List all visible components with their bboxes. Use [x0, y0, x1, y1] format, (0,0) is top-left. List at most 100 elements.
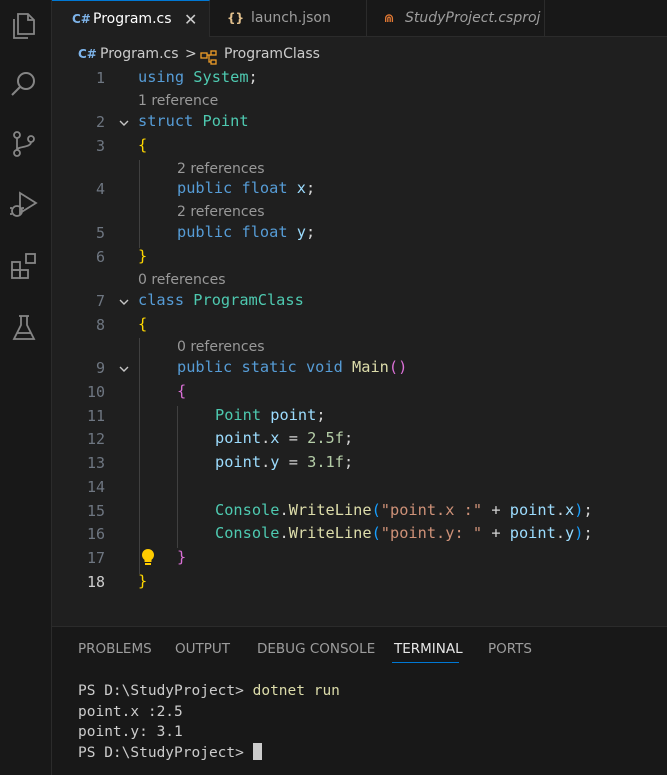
line-number: 8 [96, 316, 106, 334]
breadcrumb: C# Program.cs > ProgramClass [52, 37, 667, 67]
code-line-6: } [138, 247, 147, 265]
token: float [241, 223, 288, 241]
run-debug-icon[interactable] [8, 188, 40, 220]
tab-problems[interactable]: PROBLEMS [78, 641, 152, 657]
line-number: 12 [87, 430, 106, 448]
token: . [279, 501, 289, 519]
code-line-13: point.y = 3.1f; [215, 453, 353, 471]
code-lens-references[interactable]: 2 references [177, 161, 265, 177]
token: . [279, 524, 289, 542]
token: ; [305, 223, 316, 241]
code-lens-references[interactable]: 2 references [177, 204, 265, 220]
code-line-8: { [138, 315, 147, 333]
terminal-output-line[interactable]: point.y: 3.1 [78, 724, 183, 740]
token: . [261, 429, 271, 447]
rss-file-icon: ⋒ [384, 11, 395, 25]
token: class [138, 291, 185, 309]
terminal-line[interactable]: PS D:\StudyProject> [78, 743, 262, 761]
token: ; [248, 68, 258, 86]
token: using [138, 68, 185, 86]
token: x [296, 179, 306, 197]
line-number: 14 [87, 478, 106, 496]
line-number: 9 [96, 359, 106, 377]
code-lens-references[interactable]: 0 references [138, 272, 226, 288]
search-icon[interactable] [8, 68, 40, 100]
indent-guide [177, 406, 178, 548]
terminal-prompt: PS D:\StudyProject> [78, 745, 253, 761]
token: WriteLine [288, 524, 372, 542]
tab-label: StudyProject.csproj [405, 10, 541, 26]
token: { [138, 136, 148, 154]
line-number: 16 [87, 525, 106, 543]
token: static [241, 358, 297, 376]
line-number: 4 [96, 180, 106, 198]
tab-studyproject-csproj[interactable]: ⋒ StudyProject.csproj [367, 0, 545, 37]
token: point [215, 429, 262, 447]
code-lens-references[interactable]: 0 references [177, 339, 265, 355]
token: public [177, 358, 233, 376]
tab-label: launch.json [251, 10, 331, 26]
token: . [261, 453, 271, 471]
token: x [270, 429, 280, 447]
token: y [296, 223, 306, 241]
token: 2.5f [307, 429, 344, 447]
token: struct [138, 112, 194, 130]
code-line-7: class ProgramClass [138, 291, 304, 309]
explorer-icon[interactable] [8, 10, 40, 42]
token: } [177, 548, 187, 566]
token: ; [343, 429, 354, 447]
line-number: 18 [87, 573, 106, 591]
token: "point.x :" [380, 501, 483, 519]
token: point [270, 406, 317, 424]
line-number: 13 [87, 454, 106, 472]
lightbulb-icon[interactable] [140, 548, 156, 566]
tab-label: Program.cs [93, 11, 172, 27]
code-line-10: { [177, 382, 186, 400]
code-line-2: struct Point [138, 112, 249, 130]
token: public [177, 179, 233, 197]
activity-bar [0, 0, 52, 775]
token: . [555, 524, 566, 542]
token: float [241, 179, 288, 197]
line-number: 5 [96, 224, 106, 242]
code-line-11: Point point; [215, 406, 326, 424]
line-number: 6 [96, 248, 106, 266]
tab-ports[interactable]: PORTS [488, 641, 532, 657]
tab-output[interactable]: OUTPUT [175, 641, 230, 657]
token: "point.y: " [380, 524, 483, 542]
chevron-down-icon[interactable] [118, 296, 130, 308]
indent-guide [139, 338, 140, 574]
close-icon[interactable]: ✕ [184, 1, 197, 38]
code-editor[interactable]: 1 2 3 4 5 6 7 8 9 10 11 12 13 14 15 16 1… [52, 66, 667, 626]
chevron-down-icon[interactable] [118, 117, 130, 129]
token: ; [305, 179, 316, 197]
token: void [305, 358, 343, 376]
token: { [177, 382, 187, 400]
token: . [555, 501, 566, 519]
code-line-9: public static void Main() [177, 358, 407, 376]
token: + [482, 524, 510, 542]
token: y [270, 453, 280, 471]
line-number: 3 [96, 137, 106, 155]
token: Console [215, 501, 280, 519]
testing-flask-icon[interactable] [8, 312, 40, 344]
code-lens-references[interactable]: 1 reference [138, 93, 218, 109]
source-control-icon[interactable] [8, 128, 40, 160]
token: point [509, 501, 556, 519]
tab-terminal[interactable]: TERMINAL [394, 641, 463, 657]
token: ; [583, 501, 593, 519]
tab-launch-json[interactable]: {} launch.json [210, 0, 367, 37]
token: = [279, 453, 308, 471]
token: point [509, 524, 556, 542]
tab-debug-console[interactable]: DEBUG CONSOLE [257, 641, 375, 657]
chevron-down-icon[interactable] [118, 363, 130, 375]
terminal-output-line[interactable]: point.x :2.5 [78, 704, 183, 720]
code-line-4: public float x; [177, 179, 315, 197]
extensions-icon[interactable] [8, 250, 40, 282]
token: } [138, 572, 148, 590]
terminal-line[interactable]: PS D:\StudyProject> dotnet run [78, 683, 340, 699]
token: x [565, 501, 575, 519]
token: } [138, 247, 148, 265]
tab-program-cs[interactable]: C# Program.cs ✕ [52, 0, 210, 37]
bottom-panel: PROBLEMS OUTPUT DEBUG CONSOLE TERMINAL P… [52, 626, 667, 775]
